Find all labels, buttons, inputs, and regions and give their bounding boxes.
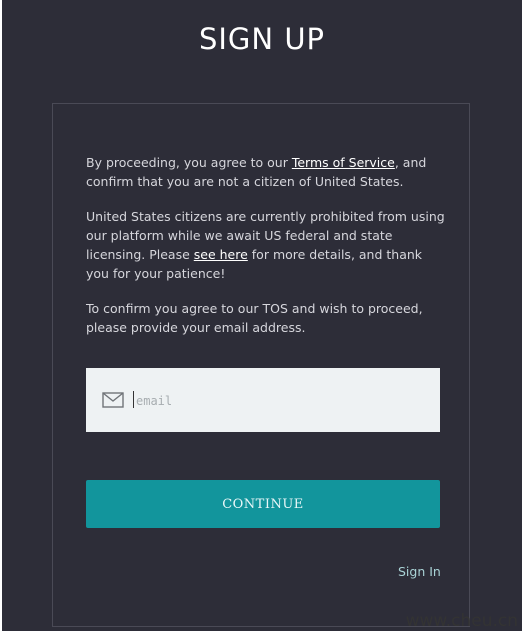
mail-icon xyxy=(102,392,124,408)
see-here-link[interactable]: see here xyxy=(194,247,248,262)
signup-card: By proceeding, you agree to our Terms of… xyxy=(52,103,470,627)
signup-screen: SIGN UP By proceeding, you agree to our … xyxy=(2,0,522,631)
email-field[interactable] xyxy=(86,368,440,432)
email-input[interactable] xyxy=(134,388,428,414)
continue-button[interactable]: CONTINUE xyxy=(86,480,440,528)
email-instructions: To confirm you agree to our TOS and wish… xyxy=(86,301,423,335)
us-restriction-notice: United States citizens are currently pro… xyxy=(86,207,446,283)
watermark: www.cheu.cn xyxy=(405,611,518,631)
tos-notice-prefix: By proceeding, you agree to our xyxy=(86,155,292,170)
tos-notice: By proceeding, you agree to our Terms of… xyxy=(86,153,446,191)
sign-in-link[interactable]: Sign In xyxy=(398,564,441,579)
terms-of-service-link[interactable]: Terms of Service xyxy=(292,155,395,170)
page-title: SIGN UP xyxy=(198,22,326,56)
